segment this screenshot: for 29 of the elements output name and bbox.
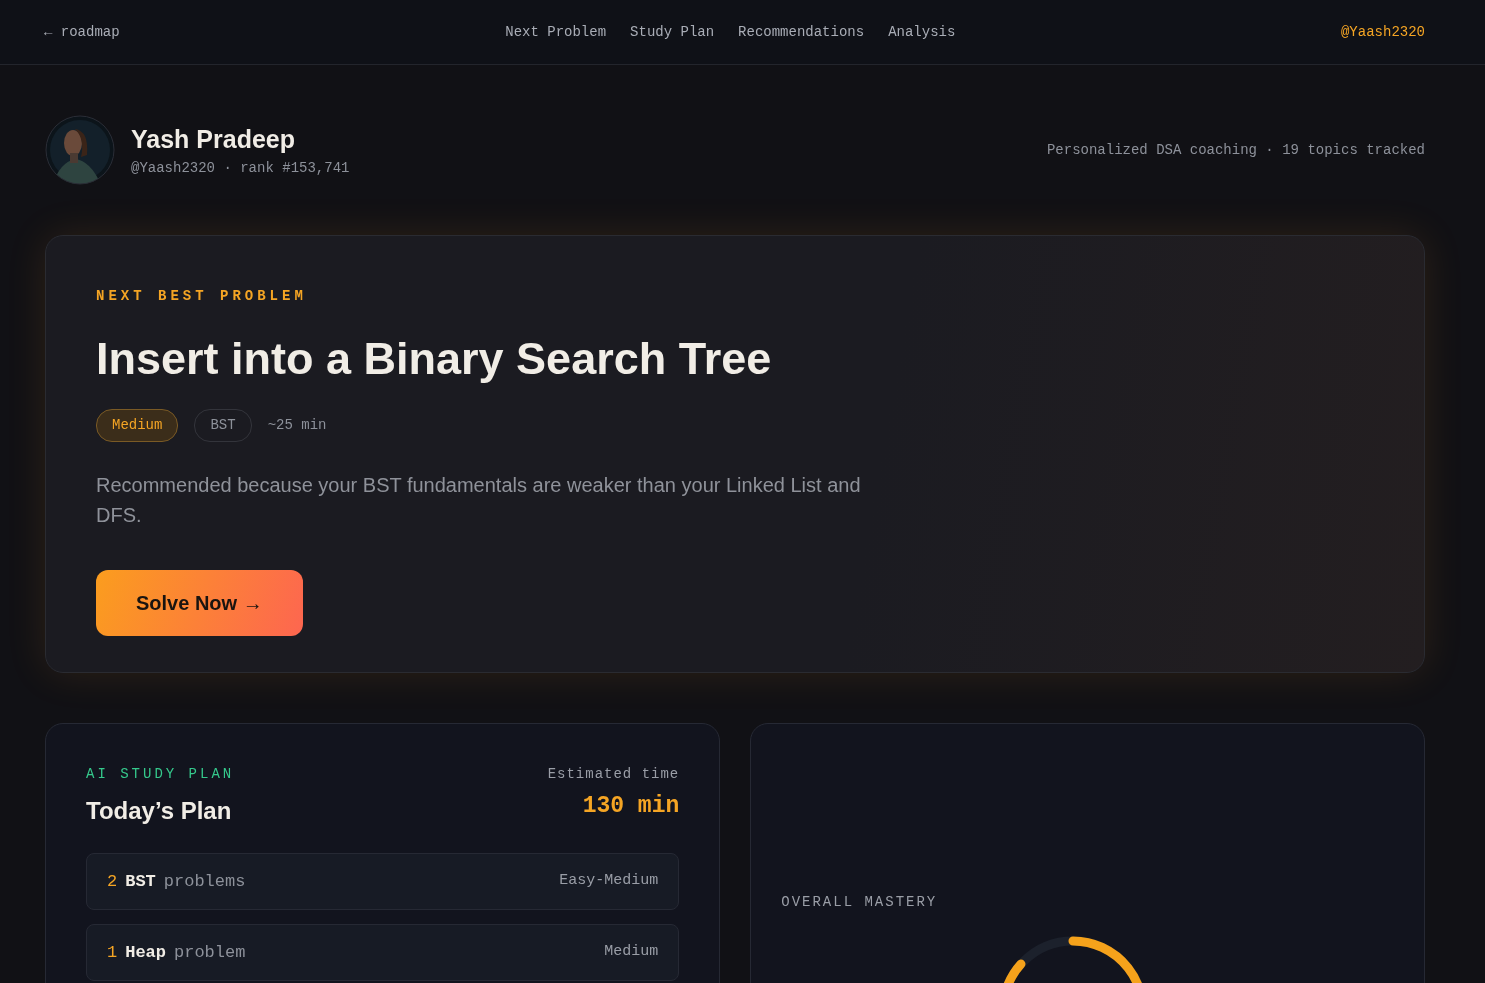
plan-title: Today’s Plan <box>86 796 233 826</box>
difficulty-tag: Medium <box>96 408 179 442</box>
recommendation-reason: Recommended because your BST fundamentals are weaker than your Linked List and DFS. <box>96 472 862 528</box>
section-label: NEXT BEST PROBLEM <box>96 287 308 306</box>
section-label: AI STUDY PLAN <box>86 765 235 784</box>
nav-link-item[interactable]: Next Problem <box>505 21 607 43</box>
solve-now-button[interactable]: Solve Now → <box>96 569 303 636</box>
item-difficulty: Easy-Medium <box>559 871 659 892</box>
estimate-label: Estimated time <box>547 765 680 784</box>
problem-title: Insert into a Binary Search Tree <box>96 332 773 386</box>
estimate-value: 130 min <box>581 792 680 821</box>
profile-meta: @Yaash2320 · rank #153,741 <box>131 159 350 179</box>
item-noun: problem <box>174 941 246 964</box>
item-topic: BST <box>125 870 156 893</box>
item-count: 2 <box>107 870 118 893</box>
nav-link-item[interactable]: Analysis <box>888 21 956 43</box>
nav-link-item[interactable]: Recommendations <box>738 21 865 43</box>
item-count: 1 <box>107 941 118 964</box>
back-link[interactable]: ← roadmap <box>44 21 120 43</box>
profile-summary: Personalized DSA coaching · 19 topics tracked <box>1046 140 1425 160</box>
item-difficulty: Medium <box>604 942 659 963</box>
topic-tag: BST <box>194 408 252 442</box>
mastery-label: OVERALL MASTERY <box>781 893 939 912</box>
item-topic: Heap <box>125 941 166 964</box>
user-link[interactable]: @Yaash2320 <box>1340 21 1425 43</box>
time-estimate: ~25 min <box>267 415 327 435</box>
nav-link-item[interactable]: Study Plan <box>630 21 715 43</box>
profile-name: Yash Pradeep <box>131 123 296 155</box>
item-noun: problems <box>163 870 246 893</box>
